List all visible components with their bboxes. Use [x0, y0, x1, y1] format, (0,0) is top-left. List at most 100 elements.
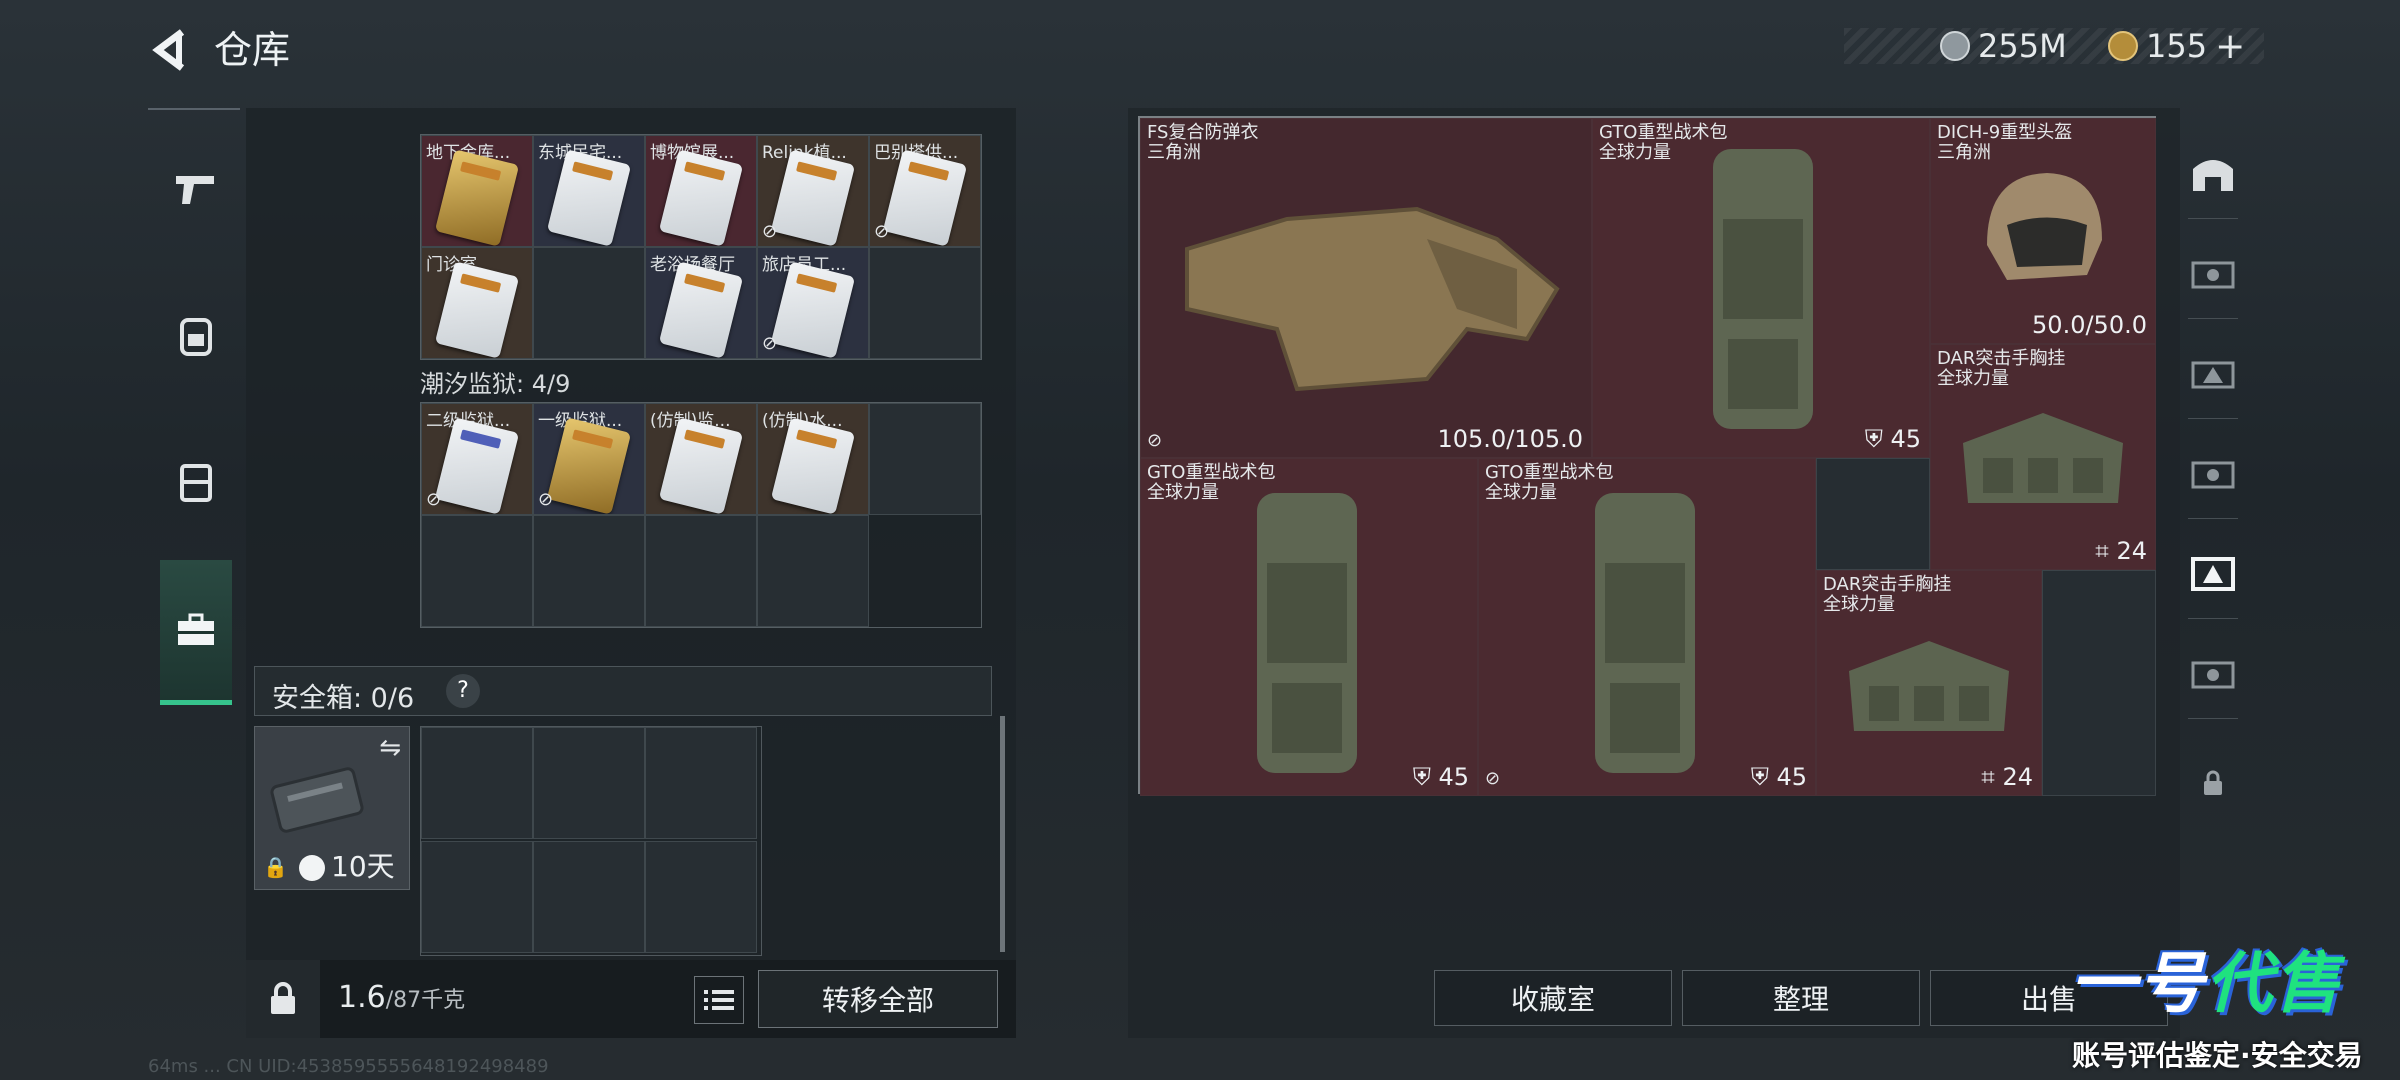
list-view-button[interactable]: [694, 976, 744, 1024]
nav-weapons[interactable]: [160, 140, 232, 240]
toolbox-icon: [178, 613, 214, 645]
empty-slot[interactable]: [645, 515, 757, 627]
rnav-tier-iv-c[interactable]: [2178, 428, 2248, 518]
safe-box-slot[interactable]: [645, 841, 757, 953]
armor-durability: 105.0/105.0: [1437, 425, 1584, 453]
sort-button[interactable]: 整理: [1682, 970, 1920, 1026]
safe-box-help-button[interactable]: ?: [446, 674, 480, 708]
safe-box-slot[interactable]: [533, 727, 645, 839]
keycard-icon: [434, 417, 520, 514]
left-scrollbar[interactable]: [1000, 716, 1005, 952]
empty-slot[interactable]: [533, 515, 645, 627]
keycard-slot[interactable]: 巴别塔供...⊘: [869, 135, 981, 247]
rnav-overview[interactable]: [2178, 128, 2248, 218]
no-insure-icon: ⊘: [1485, 768, 1501, 789]
rnav-tier-v[interactable]: [2178, 628, 2248, 718]
keycard-slot[interactable]: 地下金库...: [421, 135, 533, 247]
backpack-capacity: ⛨ 45: [1750, 763, 1807, 791]
rnav-active-case[interactable]: [2178, 528, 2248, 618]
safe-box-slot[interactable]: [421, 841, 533, 953]
vest-icon: [180, 464, 212, 502]
keycard-slot[interactable]: (仿制)水...: [757, 403, 869, 515]
status-line: 64ms ... CN UID:4538595555648192498489: [148, 1056, 549, 1077]
nav-armor[interactable]: [160, 432, 232, 532]
empty-slot[interactable]: [2042, 570, 2156, 796]
add-coupon-button[interactable]: +: [2215, 26, 2245, 67]
nav-items[interactable]: [160, 560, 232, 705]
safe-box-slot[interactable]: [533, 841, 645, 953]
keycard-icon: [546, 417, 632, 514]
storage-case-icon: [2191, 661, 2235, 689]
keycard-slot[interactable]: 旅店员工...⊘: [757, 247, 869, 359]
stash-item-chest-rig[interactable]: DAR突击手胸挂 全球力量 ⌗ 24: [1816, 570, 2042, 796]
keycard-icon: [770, 417, 856, 514]
chest-rig-icon: [1849, 641, 2009, 731]
storage-case-icon: [2191, 461, 2235, 489]
keycard-slot[interactable]: 一级监狱...⊘: [533, 403, 645, 515]
empty-slot[interactable]: [869, 403, 981, 515]
helmet-item-icon: [1987, 173, 2102, 280]
keycard-slot[interactable]: 门诊室: [421, 247, 533, 359]
weight-current: 1.6: [338, 980, 386, 1015]
safe-box-duration: 10天: [331, 850, 395, 883]
money-amount: 255M: [1978, 27, 2067, 65]
safe-box-slot[interactable]: [645, 727, 757, 839]
keycard-icon: [658, 261, 744, 358]
transfer-all-button[interactable]: 转移全部: [758, 970, 998, 1028]
pistol-icon: [176, 176, 214, 204]
padlock-icon: [271, 982, 295, 1014]
backpack-capacity: ⛨ 45: [1864, 425, 1921, 453]
backpack-item-icon: [1595, 493, 1695, 773]
empty-slot[interactable]: [869, 247, 981, 359]
item-name: FS复合防弹衣 三角洲: [1147, 122, 1259, 163]
stash-item-armor[interactable]: FS复合防弹衣 三角洲 ⊘ 105.0/105.0: [1140, 118, 1592, 458]
stash-item-backpack[interactable]: GTO重型战术包 全球力量 ⊘ ⛨ 45: [1478, 458, 1816, 796]
back-button[interactable]: [140, 22, 200, 78]
safe-box-slot[interactable]: [421, 727, 533, 839]
money-display[interactable]: 255M: [1940, 27, 2067, 65]
stash-item-backpack[interactable]: GTO重型战术包 全球力量 ⛨ 45: [1592, 118, 1930, 458]
backpack-item-icon: [1713, 149, 1813, 429]
rnav-tier-iv-b[interactable]: [2178, 328, 2248, 418]
keycard-slot[interactable]: (仿制)监...: [645, 403, 757, 515]
rig-capacity: ⌗ 24: [1981, 763, 2033, 791]
empty-slot[interactable]: [533, 247, 645, 359]
stash-item-backpack[interactable]: GTO重型战术包 全球力量 ⛨ 45: [1140, 458, 1478, 796]
swap-icon: ⇋: [379, 733, 401, 763]
storage-case-icon: [2191, 261, 2235, 289]
list-icon: [704, 990, 734, 1010]
empty-slot[interactable]: [421, 515, 533, 627]
keycard-icon: [770, 149, 856, 246]
backpack-icon: [180, 318, 212, 356]
rnav-tier-iv-a[interactable]: [2178, 228, 2248, 318]
keycard-slot[interactable]: 东城民宅...: [533, 135, 645, 247]
arch-icon: [2193, 160, 2233, 191]
lock-button[interactable]: [246, 960, 320, 1038]
stash-item-chest-rig[interactable]: DAR突击手胸挂 全球力量 ⌗ 24: [1930, 344, 2156, 570]
keycard-slot[interactable]: 二级监狱...⊘: [421, 403, 533, 515]
empty-slot[interactable]: [757, 515, 869, 627]
coupon-display[interactable]: 155 +: [2108, 26, 2245, 67]
item-name: DAR突击手胸挂 全球力量: [1937, 348, 2066, 389]
stash-item-helmet[interactable]: DICH-9重型头盔 三角洲 50.0/50.0: [1930, 118, 2156, 344]
rig-capacity: ⌗ 24: [2095, 537, 2147, 565]
safe-box-item[interactable]: ⇋ 🔒 10天: [254, 726, 410, 890]
armor-vest-icon: [1185, 206, 1560, 392]
keycard-slot[interactable]: 博物馆展...: [645, 135, 757, 247]
back-arrow-icon: [152, 29, 185, 71]
keycard-slot[interactable]: 老浴场餐厅: [645, 247, 757, 359]
backpack-item-icon: [1257, 493, 1357, 773]
prison-section-title: 潮汐监狱: 4/9: [420, 370, 571, 398]
item-name: DAR突击手胸挂 全球力量: [1823, 574, 1952, 615]
keycard-slot[interactable]: Relink植...⊘: [757, 135, 869, 247]
weight-max: /87千克: [385, 988, 466, 1013]
nav-backpacks[interactable]: [160, 286, 232, 386]
safe-box-title: 安全箱: 0/6: [272, 683, 415, 714]
rnav-locked[interactable]: [2178, 738, 2248, 828]
money-coin-icon: [1940, 31, 1970, 61]
collection-room-button[interactable]: 收藏室: [1434, 970, 1672, 1026]
weight-display: 1.6/87千克: [338, 980, 465, 1015]
keycard-icon: [658, 149, 744, 246]
empty-slot[interactable]: [1816, 458, 1930, 570]
watermark-logo: 一号代售: [2070, 945, 2342, 1022]
